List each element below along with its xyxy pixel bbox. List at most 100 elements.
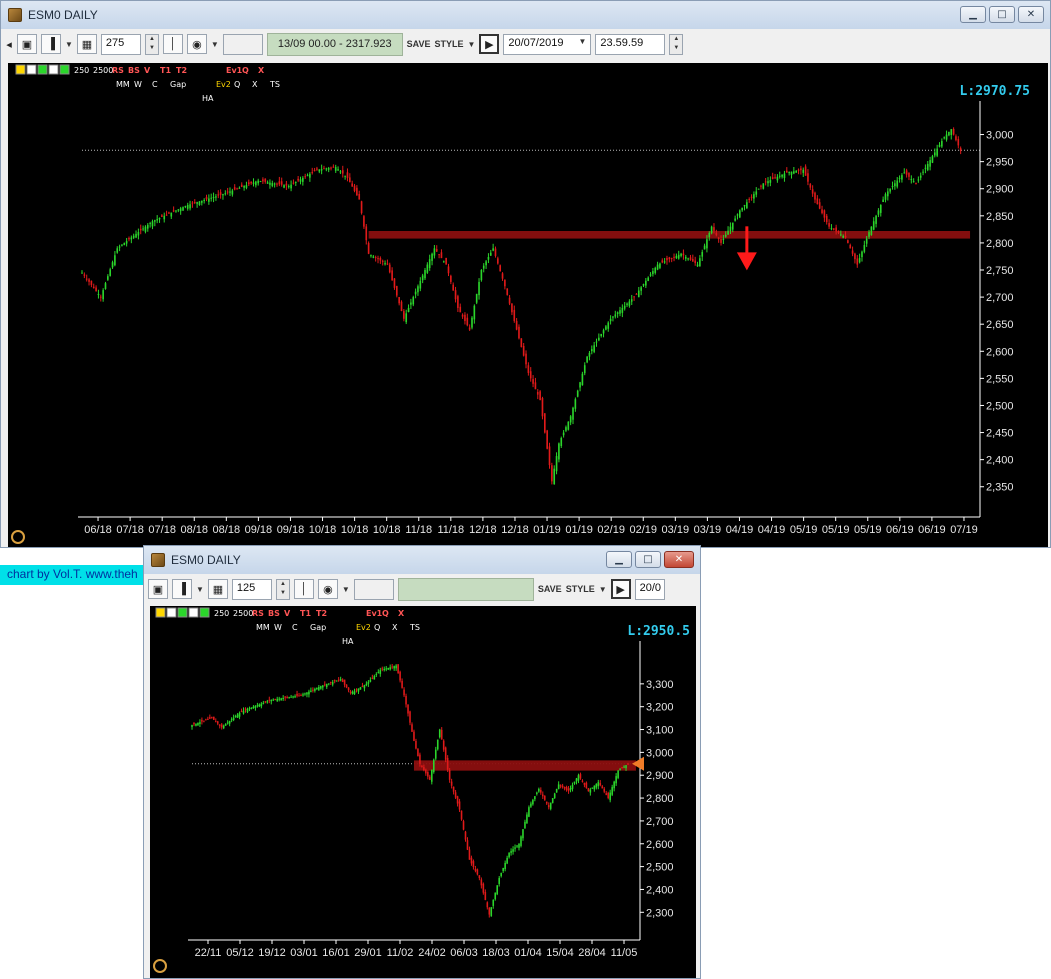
play-icon[interactable]: ▶ bbox=[610, 579, 631, 599]
save-button[interactable]: SAVE bbox=[407, 39, 431, 49]
candle-body bbox=[498, 878, 500, 884]
date-picker[interactable]: 20/07/2019 ▼ bbox=[503, 33, 592, 55]
bars-count-stepper[interactable]: ▲ ▼ bbox=[144, 33, 159, 55]
candlestick-chart-main[interactable]: 250 2500RS BS V T1 T2 Ev1 Q XMM W C Gap Ev2 Q X TSHA3,0… bbox=[8, 63, 1048, 547]
candle-body bbox=[450, 781, 453, 786]
candle-body bbox=[563, 786, 566, 789]
candle-body bbox=[377, 258, 379, 260]
candle-body bbox=[440, 252, 443, 259]
date-dropdown-icon[interactable]: ▼ bbox=[578, 37, 586, 52]
candle-body bbox=[764, 181, 767, 183]
y-tick-label: 3,000 bbox=[986, 130, 1014, 142]
save-button[interactable]: SAVE bbox=[538, 584, 562, 594]
candle-body bbox=[456, 796, 459, 804]
candle-body bbox=[565, 427, 567, 431]
style-dropdown-icon[interactable]: ▼ bbox=[467, 40, 475, 49]
tool-label: C bbox=[292, 623, 298, 632]
bars-count-input[interactable]: 125 bbox=[231, 578, 272, 600]
candle-body bbox=[196, 202, 198, 204]
candle-body bbox=[898, 177, 901, 179]
time-input[interactable]: 23.59.59 bbox=[595, 33, 666, 55]
chart-type-icon[interactable]: ▐ bbox=[41, 34, 61, 54]
candle-body bbox=[429, 776, 431, 780]
candle-body bbox=[778, 175, 781, 177]
candle-body bbox=[257, 180, 260, 184]
style-dropdown-icon[interactable]: ▼ bbox=[599, 585, 607, 594]
candle-body bbox=[245, 185, 248, 188]
chart-type-dropdown-icon[interactable]: ▼ bbox=[65, 40, 73, 49]
bars-count-stepper[interactable]: ▲ ▼ bbox=[275, 578, 290, 600]
candle-body bbox=[482, 883, 485, 893]
maximize-button[interactable]: □ bbox=[989, 6, 1015, 23]
maximize-button[interactable]: □ bbox=[635, 551, 661, 568]
candle-body bbox=[692, 258, 694, 262]
play-icon[interactable]: ▶ bbox=[479, 34, 500, 54]
title-bar[interactable]: ESM0 DAILY ▁ □ ✕ bbox=[1, 1, 1050, 29]
candle-body bbox=[228, 720, 231, 724]
candlestick-chart-inset[interactable]: 250 2500RS BS V T1 T2 Ev1 Q XMM W C Gap Ev2 Q X TSHA3,3… bbox=[150, 606, 696, 978]
candle-body bbox=[296, 693, 298, 696]
minimize-button[interactable]: ▁ bbox=[606, 551, 632, 568]
candle-body bbox=[335, 680, 338, 682]
time-stepper[interactable]: ▲ ▼ bbox=[669, 33, 684, 55]
candle-body bbox=[191, 202, 194, 204]
sound-dropdown-icon[interactable]: ▼ bbox=[342, 585, 350, 594]
candle-icon[interactable]: │ bbox=[162, 34, 183, 54]
candle-body bbox=[361, 685, 364, 687]
candle-body bbox=[532, 799, 534, 805]
candle-body bbox=[699, 258, 701, 267]
style-button[interactable]: STYLE bbox=[434, 39, 463, 49]
chart-type-icon[interactable]: ▐ bbox=[172, 579, 192, 599]
tool-label: X bbox=[258, 66, 265, 75]
candle-body bbox=[774, 177, 776, 179]
candle-body bbox=[478, 281, 480, 296]
candle-body bbox=[569, 416, 572, 423]
y-tick-label: 3,200 bbox=[646, 702, 674, 714]
candle-body bbox=[504, 862, 506, 870]
candle-body bbox=[492, 248, 494, 251]
candle-body bbox=[668, 257, 671, 260]
tool-square-icon bbox=[155, 607, 166, 618]
candle-body bbox=[879, 204, 882, 213]
candle-body bbox=[92, 286, 95, 288]
close-button[interactable]: ✕ bbox=[664, 551, 694, 568]
candle-body bbox=[425, 769, 427, 774]
candle-body bbox=[109, 269, 112, 276]
candle-body bbox=[409, 711, 411, 723]
close-button[interactable]: ✕ bbox=[1018, 6, 1044, 23]
candle-body bbox=[607, 322, 610, 329]
candle-body bbox=[359, 687, 362, 690]
title-bar-inset[interactable]: ESM0 DAILY ▁ □ ✕ bbox=[144, 546, 700, 574]
sound-icon[interactable]: ◉ bbox=[317, 579, 338, 599]
x-tick-label: 11/18 bbox=[437, 524, 464, 536]
bars-count-input[interactable]: 275 bbox=[100, 33, 141, 55]
candle-body bbox=[593, 785, 596, 790]
chart-type-dropdown-icon[interactable]: ▼ bbox=[196, 585, 204, 594]
save-disk-icon[interactable]: ▣ bbox=[17, 34, 37, 54]
date-picker[interactable]: 20/0 bbox=[634, 578, 665, 600]
save-disk-icon[interactable]: ▣ bbox=[148, 579, 168, 599]
minimize-button[interactable]: ▁ bbox=[960, 6, 986, 23]
candle-icon[interactable]: │ bbox=[293, 579, 314, 599]
candle-body bbox=[246, 708, 249, 713]
tool-label: T2 bbox=[316, 609, 327, 618]
y-tick-label: 2,750 bbox=[986, 265, 1014, 277]
candle-body bbox=[386, 263, 389, 265]
chart-pane-inset[interactable]: 250 2500 RS BS V T1 T2 Ev1 Q X MM W C Gap Ev2 Q X TS HA 3,3… bbox=[150, 606, 696, 978]
tool-label: 2500 bbox=[93, 66, 113, 75]
candle-body bbox=[496, 885, 499, 895]
candle-body bbox=[548, 446, 551, 466]
chart-pane-main[interactable]: 250 2500 RS BS V T1 T2 Ev1 Q X MM W C Gap Ev2 Q X TS HA 3,0… bbox=[8, 63, 1048, 547]
y-tick-label: 2,800 bbox=[986, 238, 1014, 250]
candle-body bbox=[284, 696, 286, 698]
candle-body bbox=[929, 160, 931, 167]
candle-body bbox=[405, 313, 408, 323]
y-tick-label: 3,100 bbox=[646, 725, 674, 737]
y-tick-label: 2,900 bbox=[646, 770, 674, 782]
style-button[interactable]: STYLE bbox=[566, 584, 595, 594]
candle-body bbox=[208, 198, 210, 202]
sound-dropdown-icon[interactable]: ▼ bbox=[211, 40, 219, 49]
candle-body bbox=[427, 772, 429, 777]
sound-icon[interactable]: ◉ bbox=[186, 34, 207, 54]
candle-body bbox=[85, 278, 88, 280]
